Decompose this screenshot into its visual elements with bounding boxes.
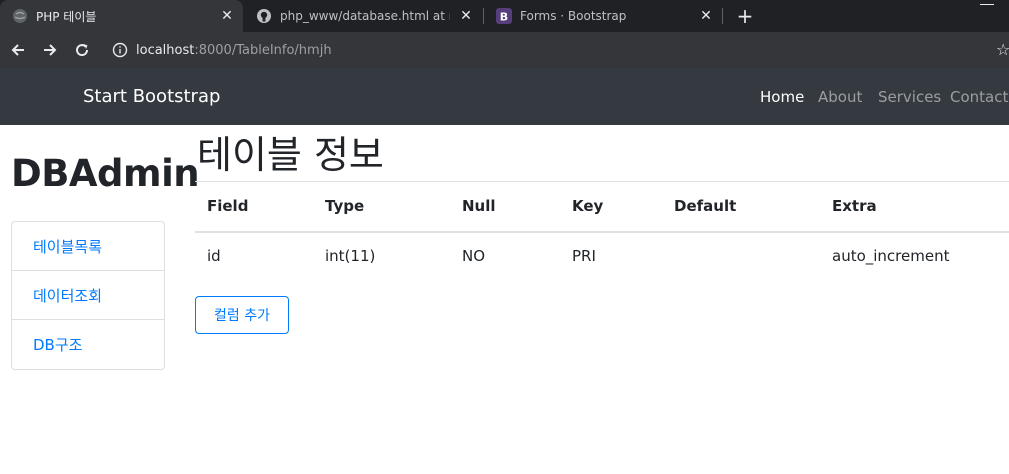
github-icon xyxy=(256,8,272,24)
cell-type: int(11) xyxy=(313,231,450,281)
url-host: localhost xyxy=(136,42,195,58)
cell-default xyxy=(662,231,820,281)
close-tab-icon[interactable]: ✕ xyxy=(458,8,474,24)
bookmark-star-icon[interactable]: ☆ xyxy=(996,40,1009,59)
sidebar-title: DBAdmin xyxy=(11,152,200,195)
cell-field: id xyxy=(195,231,313,281)
forward-arrow-icon xyxy=(44,44,57,56)
sidebar-item-data-view[interactable]: 데이터조회 xyxy=(12,271,164,320)
table-info: Field Type Null Key Default Extra id int… xyxy=(195,181,1009,281)
column-header-default: Default xyxy=(662,181,820,233)
bootstrap-icon: B xyxy=(496,8,512,24)
back-arrow-icon xyxy=(11,44,24,56)
new-tab-button[interactable]: + xyxy=(733,4,757,28)
cell-null: NO xyxy=(450,231,560,281)
navbar-brand[interactable]: Start Bootstrap xyxy=(83,86,220,107)
cell-extra: auto_increment xyxy=(820,231,1009,281)
table-row: id int(11) NO PRI auto_increment xyxy=(195,231,1009,281)
page-title: 테이블 정보 xyxy=(197,133,384,177)
close-tab-icon[interactable]: ✕ xyxy=(698,8,714,24)
column-header-type: Type xyxy=(313,181,450,233)
browser-toolbar: localhost:8000/TableInfo/hmjh xyxy=(0,32,1009,68)
browser-tabstrip: PHP 테이블 ✕ php_www/database.html at mas ✕… xyxy=(0,0,1009,32)
reload-button[interactable] xyxy=(70,38,94,62)
site-navbar: Start Bootstrap Home About Services Cont… xyxy=(0,68,1009,125)
address-bar[interactable]: localhost:8000/TableInfo/hmjh xyxy=(104,36,1004,64)
url-text: localhost:8000/TableInfo/hmjh xyxy=(136,43,332,58)
nav-link-contact[interactable]: Contact xyxy=(950,88,1008,106)
close-tab-icon[interactable]: ✕ xyxy=(219,8,235,24)
table-header-row: Field Type Null Key Default Extra xyxy=(195,181,1009,233)
minimize-icon[interactable] xyxy=(980,4,994,5)
forward-button[interactable] xyxy=(38,38,62,62)
add-column-button[interactable]: 컬럼 추가 xyxy=(195,296,289,334)
sidebar-item-table-list[interactable]: 테이블목록 xyxy=(12,222,164,271)
back-button[interactable] xyxy=(6,38,30,62)
reload-icon xyxy=(76,44,89,57)
column-header-field: Field xyxy=(195,181,313,233)
cell-key: PRI xyxy=(560,231,662,281)
tab-separator xyxy=(722,8,723,24)
globe-icon xyxy=(12,8,28,24)
url-path: :8000/TableInfo/hmjh xyxy=(194,42,332,58)
sidebar-menu: 테이블목록 데이터조회 DB구조 xyxy=(11,221,165,370)
browser-tab-bootstrap[interactable]: B Forms · Bootstrap ✕ xyxy=(484,0,722,32)
column-header-key: Key xyxy=(560,181,662,233)
tab-title: php_www/database.html at mas xyxy=(280,9,450,23)
browser-tab-php[interactable]: PHP 테이블 ✕ xyxy=(0,0,243,32)
column-header-null: Null xyxy=(450,181,560,233)
browser-tab-github[interactable]: php_www/database.html at mas ✕ xyxy=(244,0,482,32)
info-icon[interactable] xyxy=(112,42,128,58)
nav-link-about[interactable]: About xyxy=(818,88,862,106)
column-header-extra: Extra xyxy=(820,181,1009,233)
tab-title: Forms · Bootstrap xyxy=(520,9,627,23)
tab-title: PHP 테이블 xyxy=(36,9,97,24)
nav-link-home[interactable]: Home xyxy=(760,88,804,106)
svg-text:B: B xyxy=(500,11,508,24)
nav-link-services[interactable]: Services xyxy=(878,88,941,106)
sidebar-item-db-structure[interactable]: DB구조 xyxy=(12,320,164,369)
